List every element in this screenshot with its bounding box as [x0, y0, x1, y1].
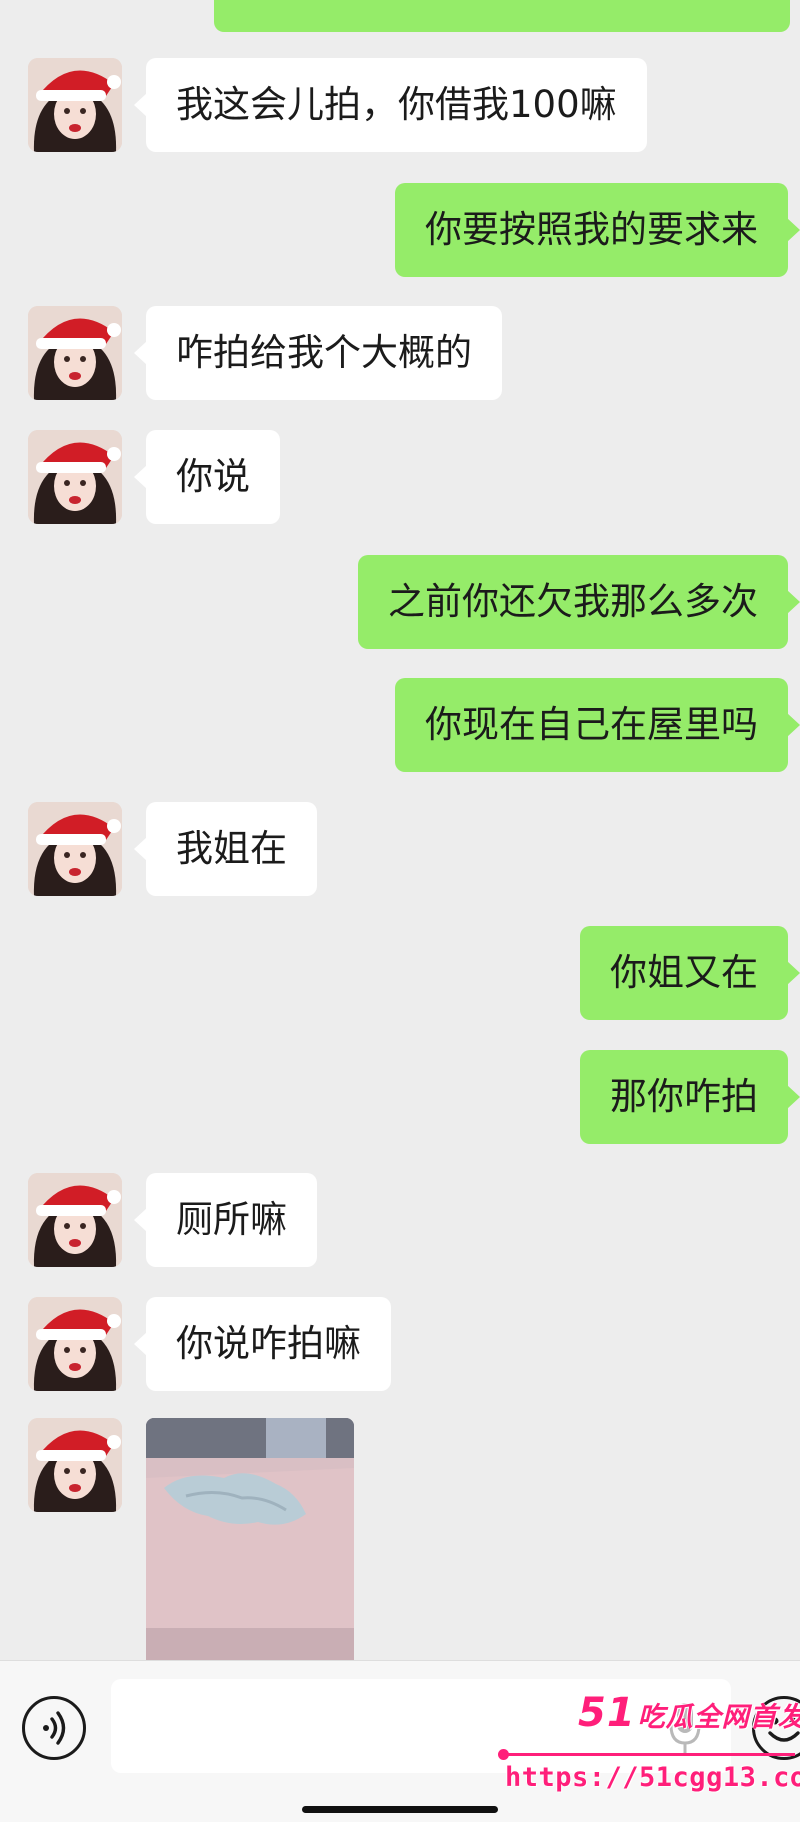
image-message[interactable]	[146, 1418, 354, 1660]
contact-avatar[interactable]	[28, 1297, 122, 1391]
chat-area: 我这会儿拍，你借我100嘛 你要按照我的要求来 咋拍给我个大概的 你说 之前你还…	[0, 0, 800, 1660]
outgoing-message[interactable]: 你要按照我的要求来	[395, 183, 800, 277]
contact-avatar[interactable]	[28, 306, 122, 400]
outgoing-message[interactable]: 那你咋拍	[580, 1050, 800, 1144]
incoming-message[interactable]: 你说咋拍嘛	[134, 1297, 391, 1391]
voice-mode-icon	[43, 1711, 66, 1745]
home-indicator[interactable]	[302, 1806, 498, 1813]
contact-avatar[interactable]	[28, 1173, 122, 1267]
incoming-message[interactable]: 你说	[134, 430, 280, 524]
outgoing-message[interactable]: 你现在自己在屋里吗	[395, 678, 800, 772]
incoming-message[interactable]: 我这会儿拍，你借我100嘛	[134, 58, 647, 152]
watermark-number: 51	[578, 1690, 636, 1736]
input-bar	[0, 1660, 800, 1822]
contact-avatar[interactable]	[28, 1418, 122, 1512]
incoming-message[interactable]: 厕所嘛	[134, 1173, 317, 1267]
incoming-message[interactable]: 咋拍给我个大概的	[134, 306, 502, 400]
watermark-text: 吃瓜全网首发	[637, 1702, 800, 1733]
voice-mode-button[interactable]	[22, 1696, 86, 1760]
bed-photo-icon	[146, 1418, 354, 1660]
outgoing-message[interactable]: 你姐又在	[580, 926, 800, 1020]
watermark-rule	[500, 1753, 795, 1756]
watermark-url: https://51cgg13.com	[505, 1762, 800, 1793]
watermark-brand: 51吃瓜全网首发	[578, 1690, 800, 1736]
contact-avatar[interactable]	[28, 58, 122, 152]
contact-avatar[interactable]	[28, 430, 122, 524]
outgoing-message[interactable]: 之前你还欠我那么多次	[358, 555, 800, 649]
outgoing-bubble-partial[interactable]	[214, 0, 790, 32]
incoming-message[interactable]: 我姐在	[134, 802, 317, 896]
contact-avatar[interactable]	[28, 802, 122, 896]
